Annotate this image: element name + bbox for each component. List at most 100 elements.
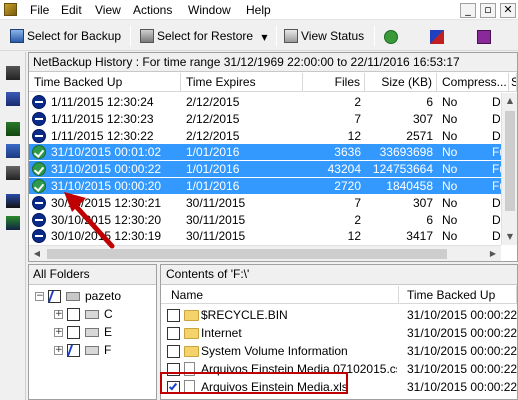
menu-window[interactable]: Window xyxy=(188,3,231,17)
history-row[interactable]: 1/11/2015 12:30:232/12/20157307NoDi xyxy=(29,111,501,127)
refresh-icon[interactable] xyxy=(384,29,398,44)
all-folders-header: All Folders xyxy=(29,265,156,285)
history-row[interactable]: 1/11/2015 12:30:222/12/2015122571NoDi xyxy=(29,128,501,144)
contents-row[interactable]: System Volume Information 31/10/2015 00:0… xyxy=(161,343,517,360)
backup-files-icon[interactable] xyxy=(6,66,20,80)
menu-actions[interactable]: Actions xyxy=(133,3,172,17)
menu-view[interactable]: View xyxy=(95,3,121,17)
cell-time-backed-up: 1/11/2015 12:30:24 xyxy=(51,95,154,109)
cell-time-backed-up: 1/11/2015 12:30:22 xyxy=(51,128,154,143)
tree-view-icon[interactable] xyxy=(6,122,20,136)
cell-size: 6 xyxy=(426,212,433,227)
close-icon[interactable]: ✕ xyxy=(500,3,516,18)
all-folders-pane: All Folders − pazeto + C + E + F xyxy=(28,264,157,400)
cell-size: 1840458 xyxy=(386,179,433,193)
cell-size: 33693698 xyxy=(379,145,433,160)
item-name: System Volume Information xyxy=(201,344,348,358)
app-icon[interactable] xyxy=(4,3,17,16)
scroll-right-icon[interactable]: ▶ xyxy=(485,246,501,262)
chevron-down-icon[interactable]: ▼ xyxy=(261,33,267,42)
cell-size: 124753664 xyxy=(372,162,433,177)
cell-time-expires: 2/12/2015 xyxy=(186,128,240,143)
toolbar: Select for Backup Select for Restore ▼ V… xyxy=(0,21,518,51)
toolbar-separator xyxy=(374,26,375,46)
drive-e-checkbox[interactable] xyxy=(67,326,80,339)
cell-time-expires: 2/12/2015 xyxy=(186,95,240,109)
partial-status-icon xyxy=(32,111,46,126)
cell-schedule: Fu xyxy=(492,162,501,177)
partial-status-icon xyxy=(32,195,46,210)
help-book-icon[interactable] xyxy=(476,29,491,44)
backup-icon xyxy=(10,28,24,43)
history-row[interactable]: 31/10/2015 00:00:22 1/01/2016 43204 1247536… xyxy=(29,161,501,178)
partial-status-icon xyxy=(32,95,46,109)
network-icon[interactable] xyxy=(6,194,20,208)
item-checkbox[interactable] xyxy=(167,345,180,358)
scroll-down-icon[interactable]: ▼ xyxy=(502,229,518,245)
col-files[interactable]: Files xyxy=(303,73,365,92)
minimize-icon[interactable]: _ xyxy=(460,3,476,18)
expand-icon[interactable]: + xyxy=(54,328,63,337)
history-row[interactable]: 31/10/2015 00:01:02 1/01/2016 3636 33693698… xyxy=(29,144,501,161)
restore-files-icon[interactable] xyxy=(6,92,20,106)
view-status-button[interactable]: View Status xyxy=(284,26,364,46)
side-toolbar xyxy=(0,52,26,400)
tree-drive-c[interactable]: C xyxy=(104,306,113,322)
item-checkbox[interactable] xyxy=(167,309,180,322)
cell-time-expires: 2/12/2015 xyxy=(186,111,240,126)
col-name[interactable]: Name xyxy=(161,286,399,304)
select-for-backup-button[interactable]: Select for Backup xyxy=(10,26,121,46)
cell-schedule: Di xyxy=(492,195,501,210)
col-time-backed-up-contents[interactable]: Time Backed Up xyxy=(399,286,517,304)
col-time-expires[interactable]: Time Expires xyxy=(181,73,303,92)
cell-schedule: Di xyxy=(492,229,501,244)
scroll-thumb[interactable] xyxy=(505,111,515,211)
contents-row[interactable]: $RECYCLE.BIN 31/10/2015 00:00:22 xyxy=(161,307,517,324)
cell-files: 7 xyxy=(354,111,361,126)
col-size[interactable]: Size (KB) xyxy=(365,73,437,92)
history-row[interactable]: 1/11/2015 12:30:242/12/201526NoDi xyxy=(29,94,501,110)
cell-schedule: Fu xyxy=(492,145,501,160)
cell-schedule: Di xyxy=(492,212,501,227)
expand-icon[interactable]: + xyxy=(54,310,63,319)
annotation-arrow xyxy=(64,192,115,249)
collapse-icon[interactable]: − xyxy=(35,292,44,301)
drive-icon xyxy=(85,346,99,355)
toolbar-separator xyxy=(276,26,277,46)
col-time-backed-up[interactable]: Time Backed Up xyxy=(29,73,181,92)
item-checkbox[interactable] xyxy=(167,327,180,340)
tree-drive-f[interactable]: F xyxy=(104,342,111,358)
scroll-left-icon[interactable]: ◀ xyxy=(29,246,45,262)
drive-icon xyxy=(85,328,99,337)
cell-time-backed-up: 31/10/2015 00:01:02 xyxy=(51,145,162,160)
menu-help[interactable]: Help xyxy=(246,3,271,17)
folder-icon xyxy=(184,328,199,339)
drive-c-checkbox[interactable] xyxy=(67,308,80,321)
contents-header: Contents of 'F:\' xyxy=(161,265,517,285)
hierarchy-icon[interactable] xyxy=(6,216,20,230)
calendar-icon[interactable] xyxy=(6,144,20,158)
item-time-backed-up: 31/10/2015 00:00:22 xyxy=(407,362,517,376)
drive-icon xyxy=(85,310,99,319)
item-time-backed-up: 31/10/2015 00:00:22 xyxy=(407,344,517,358)
menu-edit[interactable]: Edit xyxy=(61,3,82,17)
restore-icon xyxy=(140,28,154,43)
connect-icon[interactable] xyxy=(430,29,445,44)
expand-icon[interactable]: + xyxy=(54,346,63,355)
status-icon xyxy=(284,28,298,43)
tree-root-label[interactable]: pazeto xyxy=(85,288,121,304)
col-schedule[interactable]: Sc xyxy=(509,73,517,92)
cell-size: 307 xyxy=(412,111,433,126)
col-compressed[interactable]: Compress... xyxy=(437,73,509,92)
menu-file[interactable]: File xyxy=(30,3,49,17)
computer-icon xyxy=(66,292,80,301)
contents-row[interactable]: Internet 31/10/2015 00:00:22 xyxy=(161,325,517,342)
tree-drive-e[interactable]: E xyxy=(104,324,112,340)
cell-size: 307 xyxy=(412,195,433,210)
printer-icon[interactable] xyxy=(6,166,20,180)
select-for-restore-button[interactable]: Select for Restore ▼ xyxy=(140,26,268,46)
scroll-up-icon[interactable]: ▲ xyxy=(502,93,518,109)
history-vscroll[interactable]: ▲ ▼ xyxy=(501,93,517,245)
cell-size: 3417 xyxy=(406,229,433,244)
restore-icon[interactable]: ▫ xyxy=(480,3,496,18)
